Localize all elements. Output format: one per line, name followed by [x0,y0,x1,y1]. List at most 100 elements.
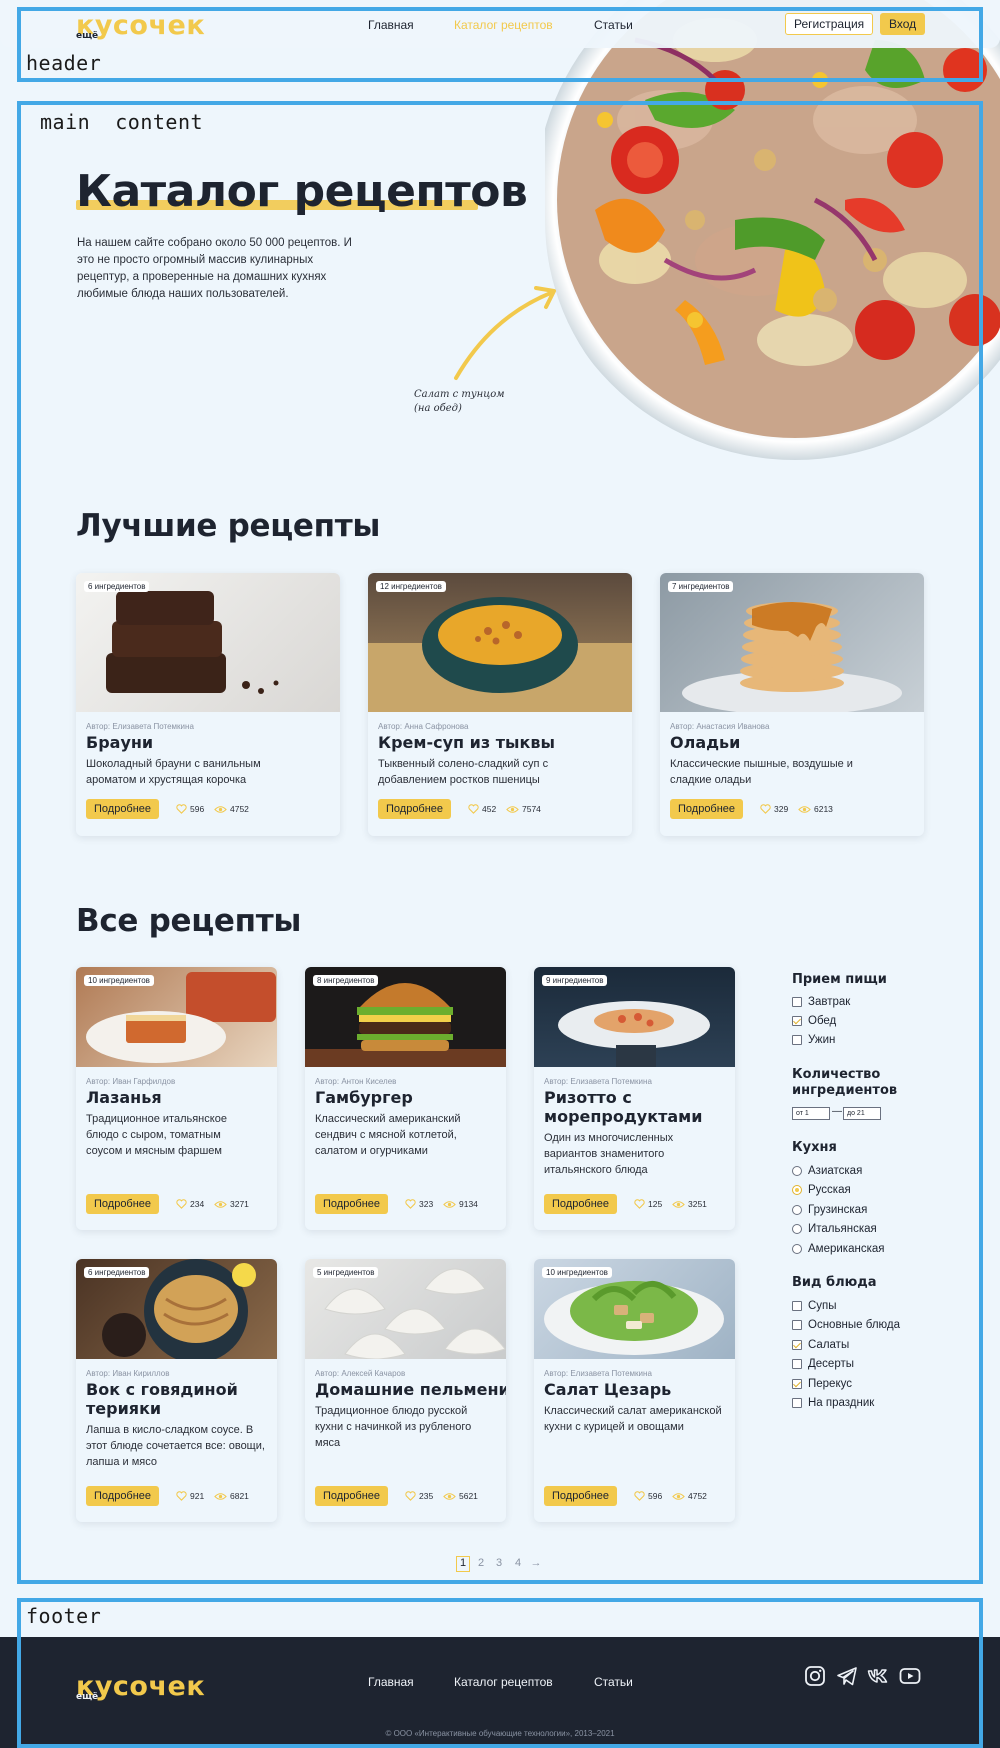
filter-cuisine-asian[interactable]: Азиатская [792,1165,862,1177]
more-button[interactable]: Подробнее [378,799,452,819]
more-button[interactable]: Подробнее [544,1486,618,1506]
heart-icon [468,804,479,814]
recipe-card[interactable]: 5 ингредиентов Автор: Алексей Качаров До… [305,1259,506,1522]
nav-link-home[interactable]: Главная [368,18,414,32]
filter-type-salads[interactable]: Салаты [792,1339,849,1351]
filter-cuisine-american[interactable]: Американская [792,1243,884,1255]
radio[interactable] [792,1224,802,1234]
range-from-input[interactable]: от 1 [792,1107,830,1120]
more-button[interactable]: Подробнее [670,799,744,819]
checkbox[interactable] [792,1359,802,1369]
register-button[interactable]: Регистрация [785,13,874,35]
filter-cuisine-russian[interactable]: Русская [792,1184,851,1196]
filter-type-main[interactable]: Основные блюда [792,1319,900,1331]
next-page-arrow-icon[interactable]: → [529,1557,543,1569]
recipe-author: Автор: Елизавета Потемкина [86,722,194,731]
page-3-button[interactable]: 3 [492,1557,506,1569]
recipe-title[interactable]: Оладьи [670,733,740,752]
page-1-button[interactable]: 1 [456,1556,470,1572]
recipe-title[interactable]: Салат Цезарь [544,1380,729,1399]
checkbox[interactable] [792,997,802,1007]
checkbox[interactable] [792,1301,802,1311]
recipe-card[interactable]: 10 ингредиентов Автор: Иван Гарфилдов Ла… [76,967,277,1230]
recipe-title[interactable]: Вок с говядиной терияки [86,1380,261,1418]
checkbox-checked[interactable] [792,1016,802,1026]
recipe-description: Лапша в кисло-сладком соусе. В этот блюд… [86,1424,265,1468]
recipe-card[interactable]: 8 ингредиентов Автор: Антон Киселев Гамб… [305,967,506,1230]
recipe-title[interactable]: Крем-суп из тыквы [378,733,555,752]
filter-meal-lunch[interactable]: Обед [792,1015,836,1027]
recipe-title[interactable]: Брауни [86,733,153,752]
filter-meal-dinner[interactable]: Ужин [792,1034,835,1046]
footer-logo[interactable]: кусочек ещё [76,1673,205,1702]
footer-nav-home[interactable]: Главная [368,1675,414,1689]
recipe-description: Традиционное итальянское блюдо с сыром, … [86,1113,227,1157]
option-label: Основные блюда [808,1319,901,1331]
likes-count[interactable]: 329 [760,804,788,814]
likes-value: 234 [190,1199,205,1209]
recipe-title[interactable]: Домашние пельмени [315,1380,506,1399]
recipe-title[interactable]: Лазанья [86,1088,271,1107]
vk-icon[interactable] [867,1665,889,1687]
recipe-card[interactable]: 9 ингредиентов Автор: Елизавета Потемкин… [534,967,735,1230]
checkbox-checked[interactable] [792,1379,802,1389]
more-button[interactable]: Подробнее [86,1194,160,1214]
filter-cuisine-georgian[interactable]: Грузинская [792,1204,867,1216]
recipe-card[interactable]: 6 ингредиентов Автор: Иван Кириллов Вок … [76,1259,277,1522]
views-value: 9134 [459,1199,478,1209]
checkbox[interactable] [792,1398,802,1408]
likes-count[interactable]: 235 [405,1491,433,1501]
radio[interactable] [792,1205,802,1215]
heart-icon [176,804,187,814]
filter-type-soups[interactable]: Супы [792,1300,837,1312]
caption-line-2: (на обед) [414,403,462,414]
filter-type-holiday[interactable]: На праздник [792,1397,874,1409]
recipe-author: Автор: Анастасия Иванова [670,722,770,731]
checkbox[interactable] [792,1320,802,1330]
logo[interactable]: кусочек ещё [76,12,205,41]
option-label: Перекус [808,1378,852,1390]
recipe-title[interactable]: Гамбургер [315,1088,500,1107]
filter-type-snack[interactable]: Перекус [792,1378,852,1390]
telegram-icon[interactable] [836,1665,858,1687]
recipe-card[interactable]: 12 ингредиентов Автор: Анна Сафронова Кр… [368,573,632,836]
views-count: 7574 [506,804,541,814]
checkbox[interactable] [792,1035,802,1045]
radio[interactable] [792,1244,802,1254]
radio-selected[interactable] [792,1185,802,1195]
likes-count[interactable]: 452 [468,804,496,814]
likes-count[interactable]: 125 [634,1199,662,1209]
ingredients-badge: 7 ингредиентов [668,581,734,592]
more-button[interactable]: Подробнее [544,1194,618,1214]
likes-count[interactable]: 921 [176,1491,204,1501]
recipe-card[interactable]: 6 ингредиентов Автор: Елизавета Потемкин… [76,573,340,836]
instagram-icon[interactable] [804,1665,826,1687]
checkbox-checked[interactable] [792,1340,802,1350]
youtube-icon[interactable] [899,1665,921,1687]
more-button[interactable]: Подробнее [86,1486,160,1506]
more-button[interactable]: Подробнее [315,1194,389,1214]
nav-link-catalog[interactable]: Каталог рецептов [454,18,553,32]
recipe-card[interactable]: 7 ингредиентов Автор: Анастасия Иванова … [660,573,924,836]
option-label: Итальянская [808,1223,877,1235]
radio[interactable] [792,1166,802,1176]
likes-count[interactable]: 596 [176,804,204,814]
page-2-button[interactable]: 2 [474,1557,488,1569]
login-button[interactable]: Вход [880,13,926,35]
filter-cuisine-italian[interactable]: Итальянская [792,1223,877,1235]
range-to-input[interactable]: до 21 [843,1107,881,1120]
more-button[interactable]: Подробнее [315,1486,389,1506]
more-button[interactable]: Подробнее [86,799,160,819]
likes-count[interactable]: 234 [176,1199,204,1209]
arrow-icon [454,286,556,380]
likes-count[interactable]: 596 [634,1491,662,1501]
footer-nav-catalog[interactable]: Каталог рецептов [454,1675,553,1689]
filter-meal-breakfast[interactable]: Завтрак [792,996,850,1008]
nav-link-articles[interactable]: Статьи [594,18,633,32]
filter-type-desserts[interactable]: Десерты [792,1358,854,1370]
page-4-button[interactable]: 4 [511,1557,525,1569]
recipe-title[interactable]: Ризотто с морепродуктами [544,1088,719,1126]
recipe-card[interactable]: 10 ингредиентов Автор: Елизавета Потемки… [534,1259,735,1522]
footer-nav-articles[interactable]: Статьи [594,1675,633,1689]
likes-count[interactable]: 323 [405,1199,433,1209]
